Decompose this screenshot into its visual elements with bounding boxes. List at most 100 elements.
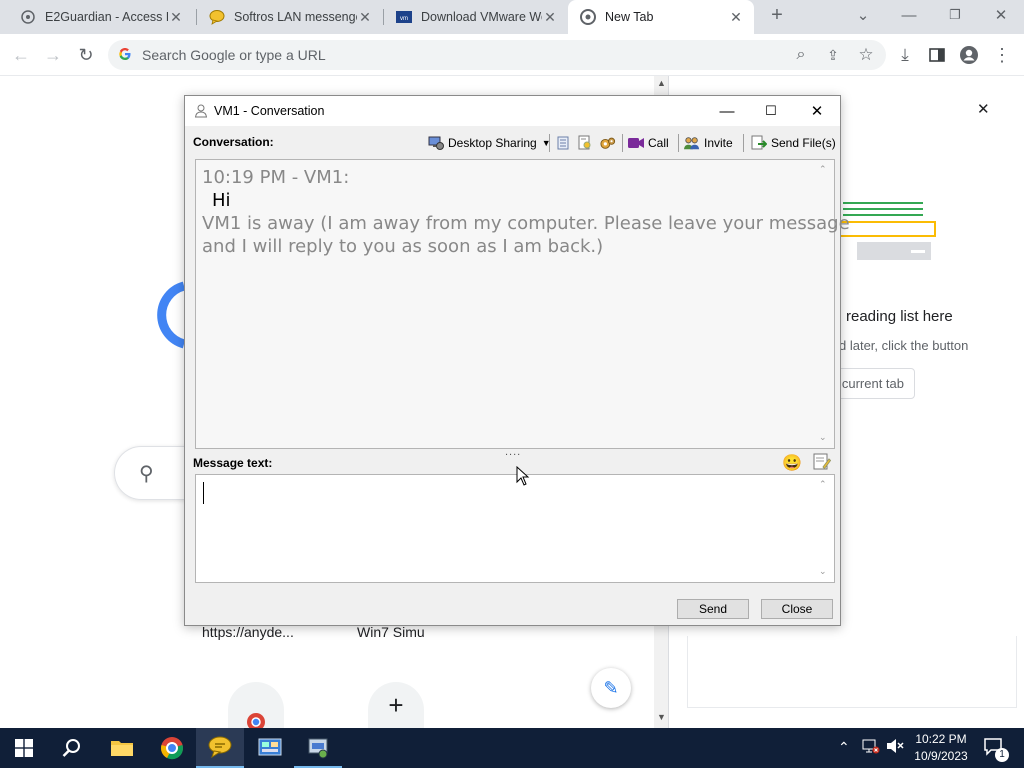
share-icon[interactable]: ⇪ — [820, 42, 846, 68]
search-box[interactable]: ⚲ — [114, 446, 194, 500]
send-files-label: Send File(s) — [771, 136, 836, 150]
send-file-icon — [751, 135, 767, 151]
chrome-icon — [580, 9, 596, 25]
tab-new-tab[interactable]: New Tab ✕ — [568, 0, 754, 34]
maximize-icon[interactable]: ☐ — [749, 96, 793, 126]
send-button[interactable]: Send — [677, 599, 749, 619]
reading-list-illustration — [839, 202, 936, 260]
tab-softros[interactable]: Softros LAN messenger ✕ — [197, 0, 383, 34]
tab-label: Download VMware Wo — [421, 10, 542, 24]
minimize-icon[interactable]: — — [705, 96, 749, 126]
clock-date[interactable]: 10/9/2023 — [906, 749, 976, 763]
back-arrow-icon[interactable]: ← — [8, 42, 34, 68]
zoom-icon[interactable]: ⌕ — [788, 42, 814, 68]
scroll-down-icon[interactable]: ⌄ — [819, 432, 827, 443]
desktop-sharing-button[interactable]: Desktop Sharing ▼ — [428, 133, 551, 153]
smiley-icon: 😀 — [782, 455, 802, 472]
softros-messenger-icon[interactable] — [196, 728, 244, 768]
google-g-icon — [118, 47, 132, 64]
users-icon — [684, 135, 700, 151]
reload-icon[interactable]: ↻ — [73, 42, 99, 68]
customize-pencil-icon[interactable]: ✎ — [591, 668, 631, 708]
desktop-sharing-label: Desktop Sharing — [448, 136, 537, 150]
contact-card-icon — [577, 135, 593, 151]
close-icon[interactable]: ✕ — [168, 9, 184, 25]
side-panel-icon[interactable] — [924, 42, 950, 68]
video-camera-icon — [628, 135, 644, 151]
scroll-up-icon[interactable]: ▲ — [657, 78, 666, 88]
contact-info-button[interactable] — [577, 133, 597, 153]
scroll-up-icon[interactable]: ⌃ — [819, 164, 827, 175]
window-close-icon[interactable]: ✕ — [795, 96, 839, 126]
volume-muted-icon[interactable] — [886, 738, 904, 757]
user-icon — [194, 104, 208, 118]
scroll-up-icon[interactable]: ⌃ — [819, 479, 827, 490]
scroll-down-icon[interactable]: ⌄ — [819, 566, 827, 577]
reading-list-hint: d later, click the button — [839, 338, 969, 353]
address-bar[interactable]: Search Google or type a URL — [108, 40, 886, 70]
minimize-icon[interactable]: — — [886, 0, 932, 30]
network-icon[interactable] — [862, 738, 880, 757]
close-icon[interactable]: ✕ — [357, 9, 373, 25]
panel-content-frame — [687, 636, 1017, 708]
add-current-tab-button[interactable]: current tab — [829, 368, 915, 399]
window-close-icon[interactable]: ✕ — [978, 0, 1024, 30]
kebab-menu-icon[interactable]: ⋮ — [989, 42, 1015, 68]
settings-button[interactable] — [600, 133, 620, 153]
control-panel-icon[interactable] — [246, 728, 294, 768]
omnibox-placeholder: Search Google or type a URL — [142, 47, 326, 63]
text-caret — [203, 482, 204, 504]
vmware-icon: vm — [396, 9, 412, 25]
invite-button[interactable]: Invite — [684, 133, 733, 153]
add-shortcut-button[interactable]: + — [368, 682, 424, 728]
conversation-titlebar[interactable]: VM1 - Conversation — ☐ ✕ — [185, 96, 840, 126]
tab-vmware[interactable]: vm Download VMware Wo ✕ — [384, 0, 568, 34]
tab-search-chevron-icon[interactable]: ⌄ — [850, 0, 876, 30]
chrome-icon — [247, 713, 265, 728]
softros-chat-icon — [209, 9, 225, 25]
conversation-label: Conversation: — [193, 135, 274, 149]
profile-avatar-icon[interactable] — [956, 42, 982, 68]
scroll-down-icon[interactable]: ▼ — [657, 712, 666, 722]
shortcut-anydesk[interactable]: https://anyde... — [202, 624, 294, 640]
panel-close-icon[interactable]: ✕ — [977, 100, 990, 118]
forward-arrow-icon[interactable]: → — [40, 42, 66, 68]
search-icon[interactable] — [48, 728, 96, 768]
call-button[interactable]: Call — [628, 133, 669, 153]
close-button[interactable]: Close — [761, 599, 833, 619]
file-explorer-icon[interactable] — [98, 728, 146, 768]
shortcut-win7[interactable]: Win7 Simu — [357, 624, 425, 640]
splitter-handle[interactable]: .... — [505, 446, 521, 458]
away-status-line: VM1 is away (I am away from my computer.… — [202, 213, 850, 234]
restore-icon[interactable]: ❐ — [932, 0, 978, 30]
toolbar-separator — [678, 134, 679, 152]
download-icon[interactable]: ⤓ — [892, 42, 918, 68]
emoticon-button[interactable]: 😀 — [782, 453, 802, 473]
tab-e2guardian[interactable]: E2Guardian - Access De ✕ — [8, 0, 194, 34]
shortcut-tile[interactable] — [228, 682, 284, 728]
close-icon[interactable]: ✕ — [542, 9, 558, 25]
conversation-history[interactable]: 10:19 PM - VM1: Hi VM1 is away (I am awa… — [195, 159, 850, 449]
gears-icon — [600, 135, 616, 151]
clock-time[interactable]: 10:22 PM — [906, 732, 976, 746]
history-button[interactable] — [555, 133, 575, 153]
close-icon[interactable]: ✕ — [728, 9, 744, 25]
reading-list-title: reading list here — [846, 308, 953, 325]
invite-label: Invite — [704, 136, 733, 150]
chevron-up-icon[interactable]: ⌃ — [838, 739, 850, 756]
new-tab-button[interactable]: + — [764, 0, 790, 30]
windows-start-icon[interactable] — [0, 728, 48, 768]
tab-strip: E2Guardian - Access De ✕ Softros LAN mes… — [0, 0, 1024, 34]
note-edit-icon — [813, 453, 832, 473]
message-input[interactable]: ⌃ ⌄ — [195, 474, 835, 583]
mouse-cursor-icon — [516, 466, 530, 486]
chrome-icon[interactable] — [148, 728, 196, 768]
taskbar: ⌃ 10:22 PM 10/9/2023 1 — [0, 728, 1024, 768]
notes-icon — [555, 135, 571, 151]
tab-label: E2Guardian - Access De — [45, 10, 168, 24]
star-icon[interactable]: ☆ — [853, 42, 879, 68]
installer-icon[interactable] — [294, 728, 342, 768]
format-button[interactable] — [813, 453, 832, 473]
send-files-button[interactable]: Send File(s) — [751, 133, 836, 153]
notification-count-badge: 1 — [995, 748, 1009, 762]
